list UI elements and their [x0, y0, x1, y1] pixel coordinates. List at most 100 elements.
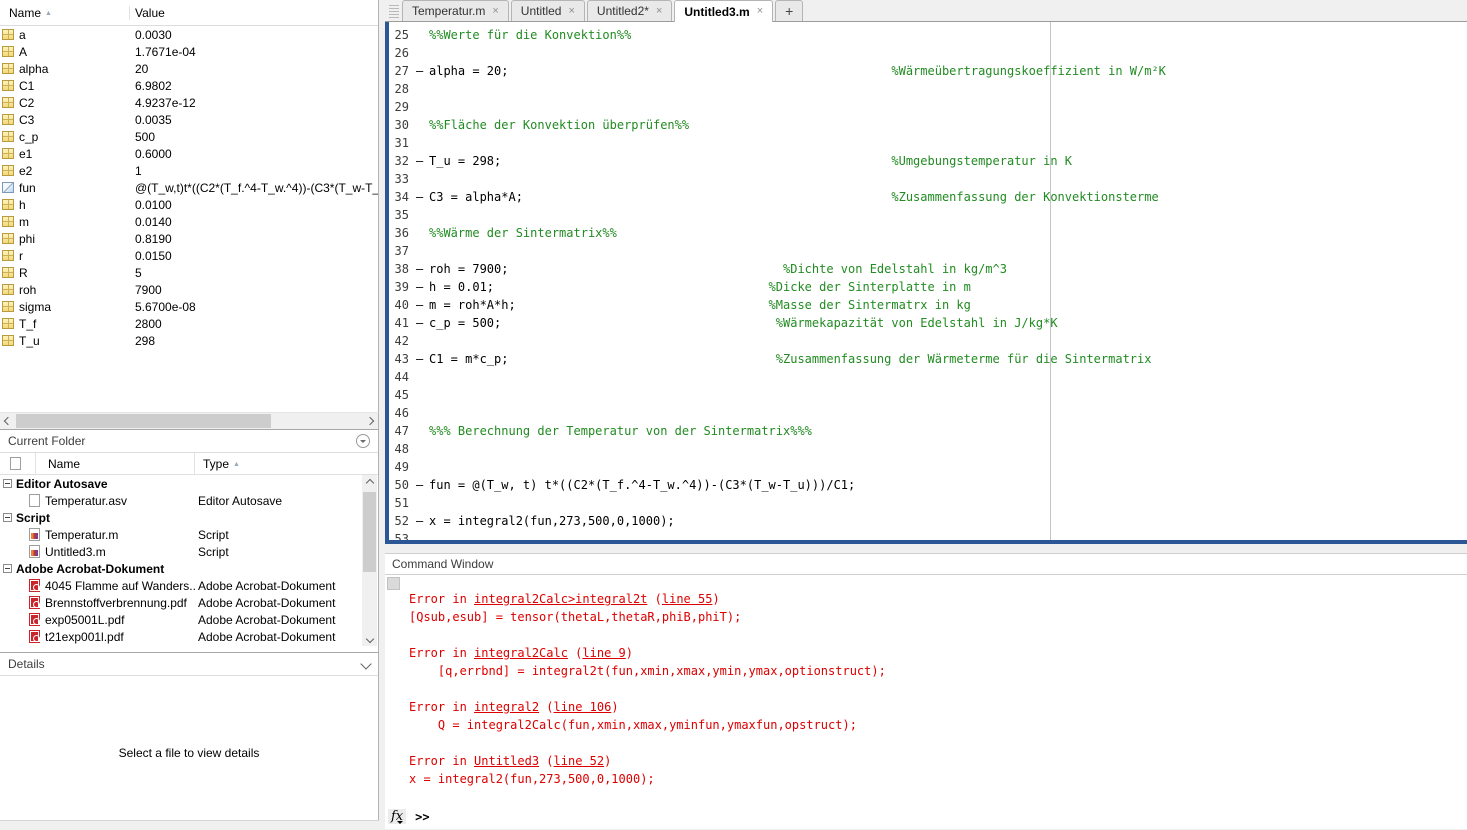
- code-line[interactable]: 53: [389, 530, 1467, 544]
- line-text[interactable]: roh = 7900;%Dichte von Edelstahl in kg/m…: [429, 260, 1467, 278]
- file-row[interactable]: 4045 Flamme auf Wanders...Adobe Acrobat-…: [0, 577, 378, 594]
- tab-close-icon[interactable]: ×: [656, 6, 662, 17]
- code-line[interactable]: 30%%Fläche der Konvektion überprüfen%%: [389, 116, 1467, 134]
- scrollbar-thumb[interactable]: [363, 492, 376, 572]
- code-line[interactable]: 39h = 0.01;%Dicke der Sinterplatte in m: [389, 278, 1467, 296]
- code-line[interactable]: 38roh = 7900;%Dichte von Edelstahl in kg…: [389, 260, 1467, 278]
- line-text[interactable]: C1 = m*c_p;%Zusammenfassung der Wärmeter…: [429, 350, 1467, 368]
- code-line[interactable]: 51: [389, 494, 1467, 512]
- editor-tab[interactable]: Untitled3.m×: [674, 0, 773, 22]
- file-group-row[interactable]: Editor Autosave: [0, 475, 378, 492]
- code-line[interactable]: 44: [389, 368, 1467, 386]
- file-group-row[interactable]: Adobe Acrobat-Dokument: [0, 560, 378, 577]
- folder-name-column-header[interactable]: Name: [36, 453, 195, 474]
- code-line[interactable]: 27alpha = 20;%Wärmeübertragungskoeffizie…: [389, 62, 1467, 80]
- command-window-body[interactable]: Error in integral2Calc>integral2t (line …: [385, 575, 1467, 829]
- line-text[interactable]: [429, 530, 1467, 544]
- fx-function-hints-icon[interactable]: fx: [388, 809, 406, 824]
- code-line[interactable]: 36%%Wärme der Sintermatrix%%: [389, 224, 1467, 242]
- file-group-row[interactable]: Script: [0, 509, 378, 526]
- line-text[interactable]: [429, 170, 1467, 188]
- code-line[interactable]: 46: [389, 404, 1467, 422]
- workspace-variable-row[interactable]: h0.0100: [0, 196, 378, 213]
- line-text[interactable]: m = roh*A*h;%Masse der Sintermatrx in kg: [429, 296, 1467, 314]
- line-text[interactable]: c_p = 500;%Wärmekapazität von Edelstahl …: [429, 314, 1467, 332]
- code-line[interactable]: 47%%% Berechnung der Temperatur von der …: [389, 422, 1467, 440]
- line-text[interactable]: [429, 368, 1467, 386]
- line-text[interactable]: [429, 332, 1467, 350]
- code-line[interactable]: 34C3 = alpha*A;%Zusammenfassung der Konv…: [389, 188, 1467, 206]
- line-text[interactable]: %%Wärme der Sintermatrix%%: [429, 224, 1467, 242]
- error-link[interactable]: integral2Calc: [474, 646, 568, 660]
- line-text[interactable]: C3 = alpha*A;%Zusammenfassung der Konvek…: [429, 188, 1467, 206]
- code-line[interactable]: 49: [389, 458, 1467, 476]
- scroll-down-icon[interactable]: [362, 631, 377, 646]
- line-text[interactable]: [429, 242, 1467, 260]
- folder-vertical-scrollbar[interactable]: [362, 475, 377, 646]
- line-text[interactable]: %%Werte für die Konvektion%%: [429, 26, 1467, 44]
- file-row[interactable]: Brennstoffverbrennung.pdfAdobe Acrobat-D…: [0, 594, 378, 611]
- code-line[interactable]: 35: [389, 206, 1467, 224]
- line-text[interactable]: %%Fläche der Konvektion überprüfen%%: [429, 116, 1467, 134]
- code-line[interactable]: 42: [389, 332, 1467, 350]
- code-line[interactable]: 31: [389, 134, 1467, 152]
- collapse-expander-icon[interactable]: [3, 513, 12, 522]
- code-line[interactable]: 28: [389, 80, 1467, 98]
- editor-tab[interactable]: Temperatur.m×: [402, 0, 509, 21]
- workspace-variable-row[interactable]: C16.9802: [0, 77, 378, 94]
- error-link[interactable]: line 9: [582, 646, 625, 660]
- workspace-variable-row[interactable]: e10.6000: [0, 145, 378, 162]
- line-text[interactable]: fun = @(T_w, t) t*((C2*(T_f.^4-T_w.^4))-…: [429, 476, 1467, 494]
- code-line[interactable]: 33: [389, 170, 1467, 188]
- workspace-name-column-header[interactable]: Name: [0, 6, 130, 20]
- collapse-expander-icon[interactable]: [3, 564, 12, 573]
- error-link[interactable]: integral2Calc>integral2t: [474, 592, 647, 606]
- workspace-variable-row[interactable]: r0.0150: [0, 247, 378, 264]
- code-line[interactable]: 37: [389, 242, 1467, 260]
- workspace-variable-row[interactable]: phi0.8190: [0, 230, 378, 247]
- line-text[interactable]: %%% Berechnung der Temperatur von der Si…: [429, 422, 1467, 440]
- editor-tab[interactable]: Untitled×: [511, 0, 585, 21]
- code-area[interactable]: 25%%Werte für die Konvektion%%2627alpha …: [389, 22, 1467, 544]
- line-text[interactable]: [429, 206, 1467, 224]
- tab-close-icon[interactable]: ×: [757, 6, 763, 17]
- workspace-variable-row[interactable]: roh7900: [0, 281, 378, 298]
- workspace-value-column-header[interactable]: Value: [130, 6, 378, 20]
- file-icon-column-header[interactable]: [0, 453, 36, 474]
- code-line[interactable]: 48: [389, 440, 1467, 458]
- workspace-variable-row[interactable]: T_f2800: [0, 315, 378, 332]
- line-text[interactable]: [429, 440, 1467, 458]
- tab-close-icon[interactable]: ×: [492, 6, 498, 17]
- file-row[interactable]: Temperatur.mScript: [0, 526, 378, 543]
- line-text[interactable]: T_u = 298;%Umgebungstemperatur in K: [429, 152, 1467, 170]
- error-link[interactable]: line 52: [554, 754, 605, 768]
- panel-menu-icon[interactable]: [356, 434, 370, 448]
- error-link[interactable]: line 55: [662, 592, 713, 606]
- workspace-variable-row[interactable]: C30.0035: [0, 111, 378, 128]
- line-text[interactable]: [429, 458, 1467, 476]
- scroll-right-icon[interactable]: [362, 413, 377, 429]
- code-line[interactable]: 29: [389, 98, 1467, 116]
- file-row[interactable]: t21exp001l.pdfAdobe Acrobat-Dokument: [0, 628, 378, 645]
- line-text[interactable]: [429, 44, 1467, 62]
- code-line[interactable]: 40m = roh*A*h;%Masse der Sintermatrx in …: [389, 296, 1467, 314]
- line-text[interactable]: [429, 134, 1467, 152]
- code-line[interactable]: 32T_u = 298;%Umgebungstemperatur in K: [389, 152, 1467, 170]
- workspace-variable-row[interactable]: C24.9237e-12: [0, 94, 378, 111]
- scroll-left-icon[interactable]: [0, 413, 15, 429]
- scroll-up-icon[interactable]: [362, 475, 377, 490]
- code-line[interactable]: 50fun = @(T_w, t) t*((C2*(T_f.^4-T_w.^4)…: [389, 476, 1467, 494]
- editor-pane[interactable]: 25%%Werte für die Konvektion%%2627alpha …: [385, 22, 1467, 544]
- workspace-horizontal-scrollbar[interactable]: [0, 412, 379, 429]
- collapse-expander-icon[interactable]: [3, 479, 12, 488]
- scroll-grip[interactable]: [387, 577, 400, 590]
- workspace-variable-row[interactable]: alpha20: [0, 60, 378, 77]
- workspace-variable-row[interactable]: A1.7671e-04: [0, 43, 378, 60]
- tab-close-icon[interactable]: ×: [568, 6, 574, 17]
- line-text[interactable]: [429, 404, 1467, 422]
- workspace-variable-row[interactable]: sigma5.6700e-08: [0, 298, 378, 315]
- code-line[interactable]: 43C1 = m*c_p;%Zusammenfassung der Wärmet…: [389, 350, 1467, 368]
- file-row[interactable]: Temperatur.asvEditor Autosave: [0, 492, 378, 509]
- code-line[interactable]: 41c_p = 500;%Wärmekapazität von Edelstah…: [389, 314, 1467, 332]
- drag-grip-icon[interactable]: [389, 3, 399, 18]
